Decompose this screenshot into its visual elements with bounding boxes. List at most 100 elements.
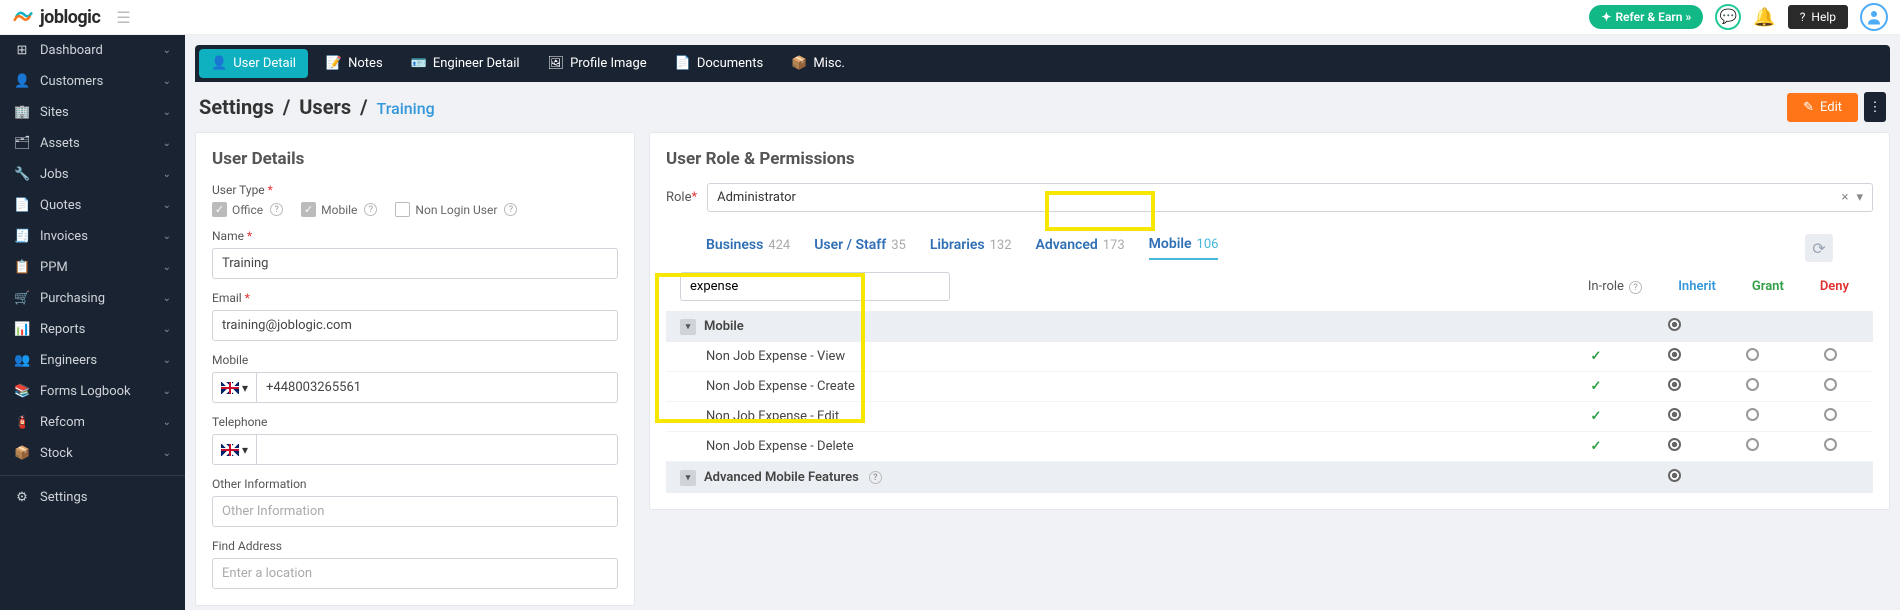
other-info-input[interactable] [212, 496, 618, 527]
find-address-input[interactable] [212, 558, 618, 589]
breadcrumb-parent[interactable]: Users [299, 95, 351, 119]
permission-column-headers: In-role ? Inherit Grant Deny [1588, 279, 1859, 295]
radio-grant[interactable] [1746, 408, 1759, 421]
sidebar-label: Stock [40, 446, 163, 461]
chevron-down-icon: ⌄ [163, 107, 171, 118]
help-icon[interactable]: ? [869, 471, 882, 484]
refer-earn-button[interactable]: ✦ Refer & Earn » [1589, 5, 1703, 29]
sidebar-item-reports[interactable]: 📊 Reports ⌄ [0, 314, 185, 345]
permission-search-input[interactable] [680, 272, 950, 301]
sidebar-item-ppm[interactable]: 📋 PPM ⌄ [0, 252, 185, 283]
telephone-country-select[interactable]: ▾ [212, 434, 256, 465]
radio-deny[interactable] [1824, 378, 1837, 391]
tab-notes[interactable]: 📝Notes [312, 46, 397, 81]
sidebar-item-refcom[interactable]: 🧯 Refcom ⌄ [0, 407, 185, 438]
perm-group-mobile[interactable]: ▾ Mobile [666, 311, 1873, 342]
perm-tab-business[interactable]: Business424 [706, 237, 790, 259]
tab-label: Engineer Detail [433, 56, 520, 71]
sidebar-label: Jobs [40, 167, 163, 182]
top-header: joblogic ☰ ✦ Refer & Earn » 💬 🔔 ? Help [0, 0, 1900, 35]
clear-icon[interactable]: × [1842, 190, 1849, 205]
sidebar-item-jobs[interactable]: 🔧 Jobs ⌄ [0, 159, 185, 190]
tab-misc-[interactable]: 📦Misc. [777, 46, 859, 81]
avatar[interactable] [1860, 3, 1888, 31]
sidebar-item-customers[interactable]: 👤 Customers ⌄ [0, 66, 185, 97]
perm-tab-advanced[interactable]: Advanced173 [1036, 237, 1125, 259]
perm-tab-count: 106 [1197, 237, 1219, 252]
notifications-icon[interactable]: 🔔 [1753, 7, 1775, 28]
tab-icon: 🖼 [548, 56, 565, 71]
pencil-icon: ✎ [1803, 100, 1814, 115]
radio-inherit[interactable] [1668, 378, 1681, 391]
sidebar-icon: 🧾 [14, 229, 30, 244]
radio-deny[interactable] [1824, 408, 1837, 421]
help-icon[interactable]: ? [504, 203, 517, 216]
sidebar-item-purchasing[interactable]: 🛒 Purchasing ⌄ [0, 283, 185, 314]
check-icon: ✓ [1591, 409, 1602, 424]
tab-engineer-detail[interactable]: 🪪Engineer Detail [397, 46, 534, 81]
radio-deny[interactable] [1824, 348, 1837, 361]
radio-inherit[interactable] [1668, 348, 1681, 361]
radio-inherit[interactable] [1668, 438, 1681, 451]
perm-group-label: Mobile [704, 319, 744, 334]
sidebar-item-sites[interactable]: 🏢 Sites ⌄ [0, 97, 185, 128]
perm-tab-mobile[interactable]: Mobile106 [1149, 236, 1219, 260]
radio-inherit[interactable] [1668, 469, 1681, 482]
breadcrumb: Settings / Users / Training [199, 95, 435, 119]
sidebar-item-dashboard[interactable]: ⊞ Dashboard ⌄ [0, 35, 185, 66]
chevron-down-icon: ▾ [242, 381, 248, 395]
logo[interactable]: joblogic [12, 5, 100, 29]
more-button[interactable]: ⋮ [1864, 92, 1886, 122]
name-input[interactable] [212, 248, 618, 279]
sidebar-item-settings[interactable]: ⚙Settings [0, 482, 185, 513]
radio-grant[interactable] [1746, 438, 1759, 451]
tab-user-detail[interactable]: 👤User Detail [199, 49, 308, 78]
sidebar-item-engineers[interactable]: 👥 Engineers ⌄ [0, 345, 185, 376]
sidebar-icon: 🔧 [14, 167, 30, 182]
help-icon[interactable]: ? [364, 203, 377, 216]
sidebar-item-stock[interactable]: 📦 Stock ⌄ [0, 438, 185, 469]
chat-icon[interactable]: 💬 [1715, 4, 1741, 30]
role-select[interactable]: Administrator ×▾ [707, 183, 1873, 212]
help-button[interactable]: ? Help [1788, 5, 1848, 29]
telephone-input[interactable] [256, 434, 618, 465]
tab-documents[interactable]: 📄Documents [661, 46, 778, 81]
mobile-checkbox[interactable]: ✓ Mobile ? [301, 202, 377, 217]
perm-tab-libraries[interactable]: Libraries132 [930, 237, 1012, 259]
mobile-input[interactable] [256, 372, 618, 403]
mobile-country-select[interactable]: ▾ [212, 372, 256, 403]
hamburger-icon[interactable]: ☰ [116, 8, 130, 27]
perm-tab-user-staff[interactable]: User / Staff35 [814, 237, 906, 259]
radio-grant[interactable] [1746, 348, 1759, 361]
collapse-icon[interactable]: ▾ [680, 319, 696, 335]
sidebar-label: Engineers [40, 353, 163, 368]
edit-button[interactable]: ✎ Edit [1787, 93, 1858, 122]
perm-group-advanced-mobile-features[interactable]: ▾ Advanced Mobile Features? [666, 462, 1873, 493]
radio-grant[interactable] [1746, 378, 1759, 391]
office-checkbox[interactable]: ✓ Office ? [212, 202, 283, 217]
sidebar-item-assets[interactable]: 🗂 Assets ⌄ [0, 128, 185, 159]
check-icon: ✓ [1591, 439, 1602, 454]
sidebar-item-quotes[interactable]: 📄 Quotes ⌄ [0, 190, 185, 221]
sidebar-label: Sites [40, 105, 163, 120]
collapse-icon[interactable]: ▾ [680, 470, 696, 486]
email-input[interactable] [212, 310, 618, 341]
refresh-button[interactable]: ⟳ [1805, 234, 1833, 262]
chevron-down-icon: ⌄ [163, 386, 171, 397]
help-icon[interactable]: ? [270, 203, 283, 216]
nonlogin-checkbox[interactable]: Non Login User ? [395, 202, 517, 217]
sidebar-icon: 👤 [14, 74, 30, 89]
help-icon[interactable]: ? [1629, 281, 1642, 294]
radio-deny[interactable] [1824, 438, 1837, 451]
sidebar-label: Quotes [40, 198, 163, 213]
perm-row: Non Job Expense - Create ✓ [666, 372, 1873, 402]
breadcrumb-root[interactable]: Settings [199, 95, 274, 119]
radio-inherit[interactable] [1668, 408, 1681, 421]
sidebar-label: PPM [40, 260, 163, 275]
radio-inherit[interactable] [1668, 318, 1681, 331]
sidebar-item-invoices[interactable]: 🧾 Invoices ⌄ [0, 221, 185, 252]
col-inrole: In-role ? [1588, 279, 1642, 295]
sidebar-item-forms-logbook[interactable]: 📚 Forms Logbook ⌄ [0, 376, 185, 407]
tab-profile-image[interactable]: 🖼Profile Image [534, 46, 661, 81]
chevron-down-icon[interactable]: ▾ [1856, 190, 1863, 205]
